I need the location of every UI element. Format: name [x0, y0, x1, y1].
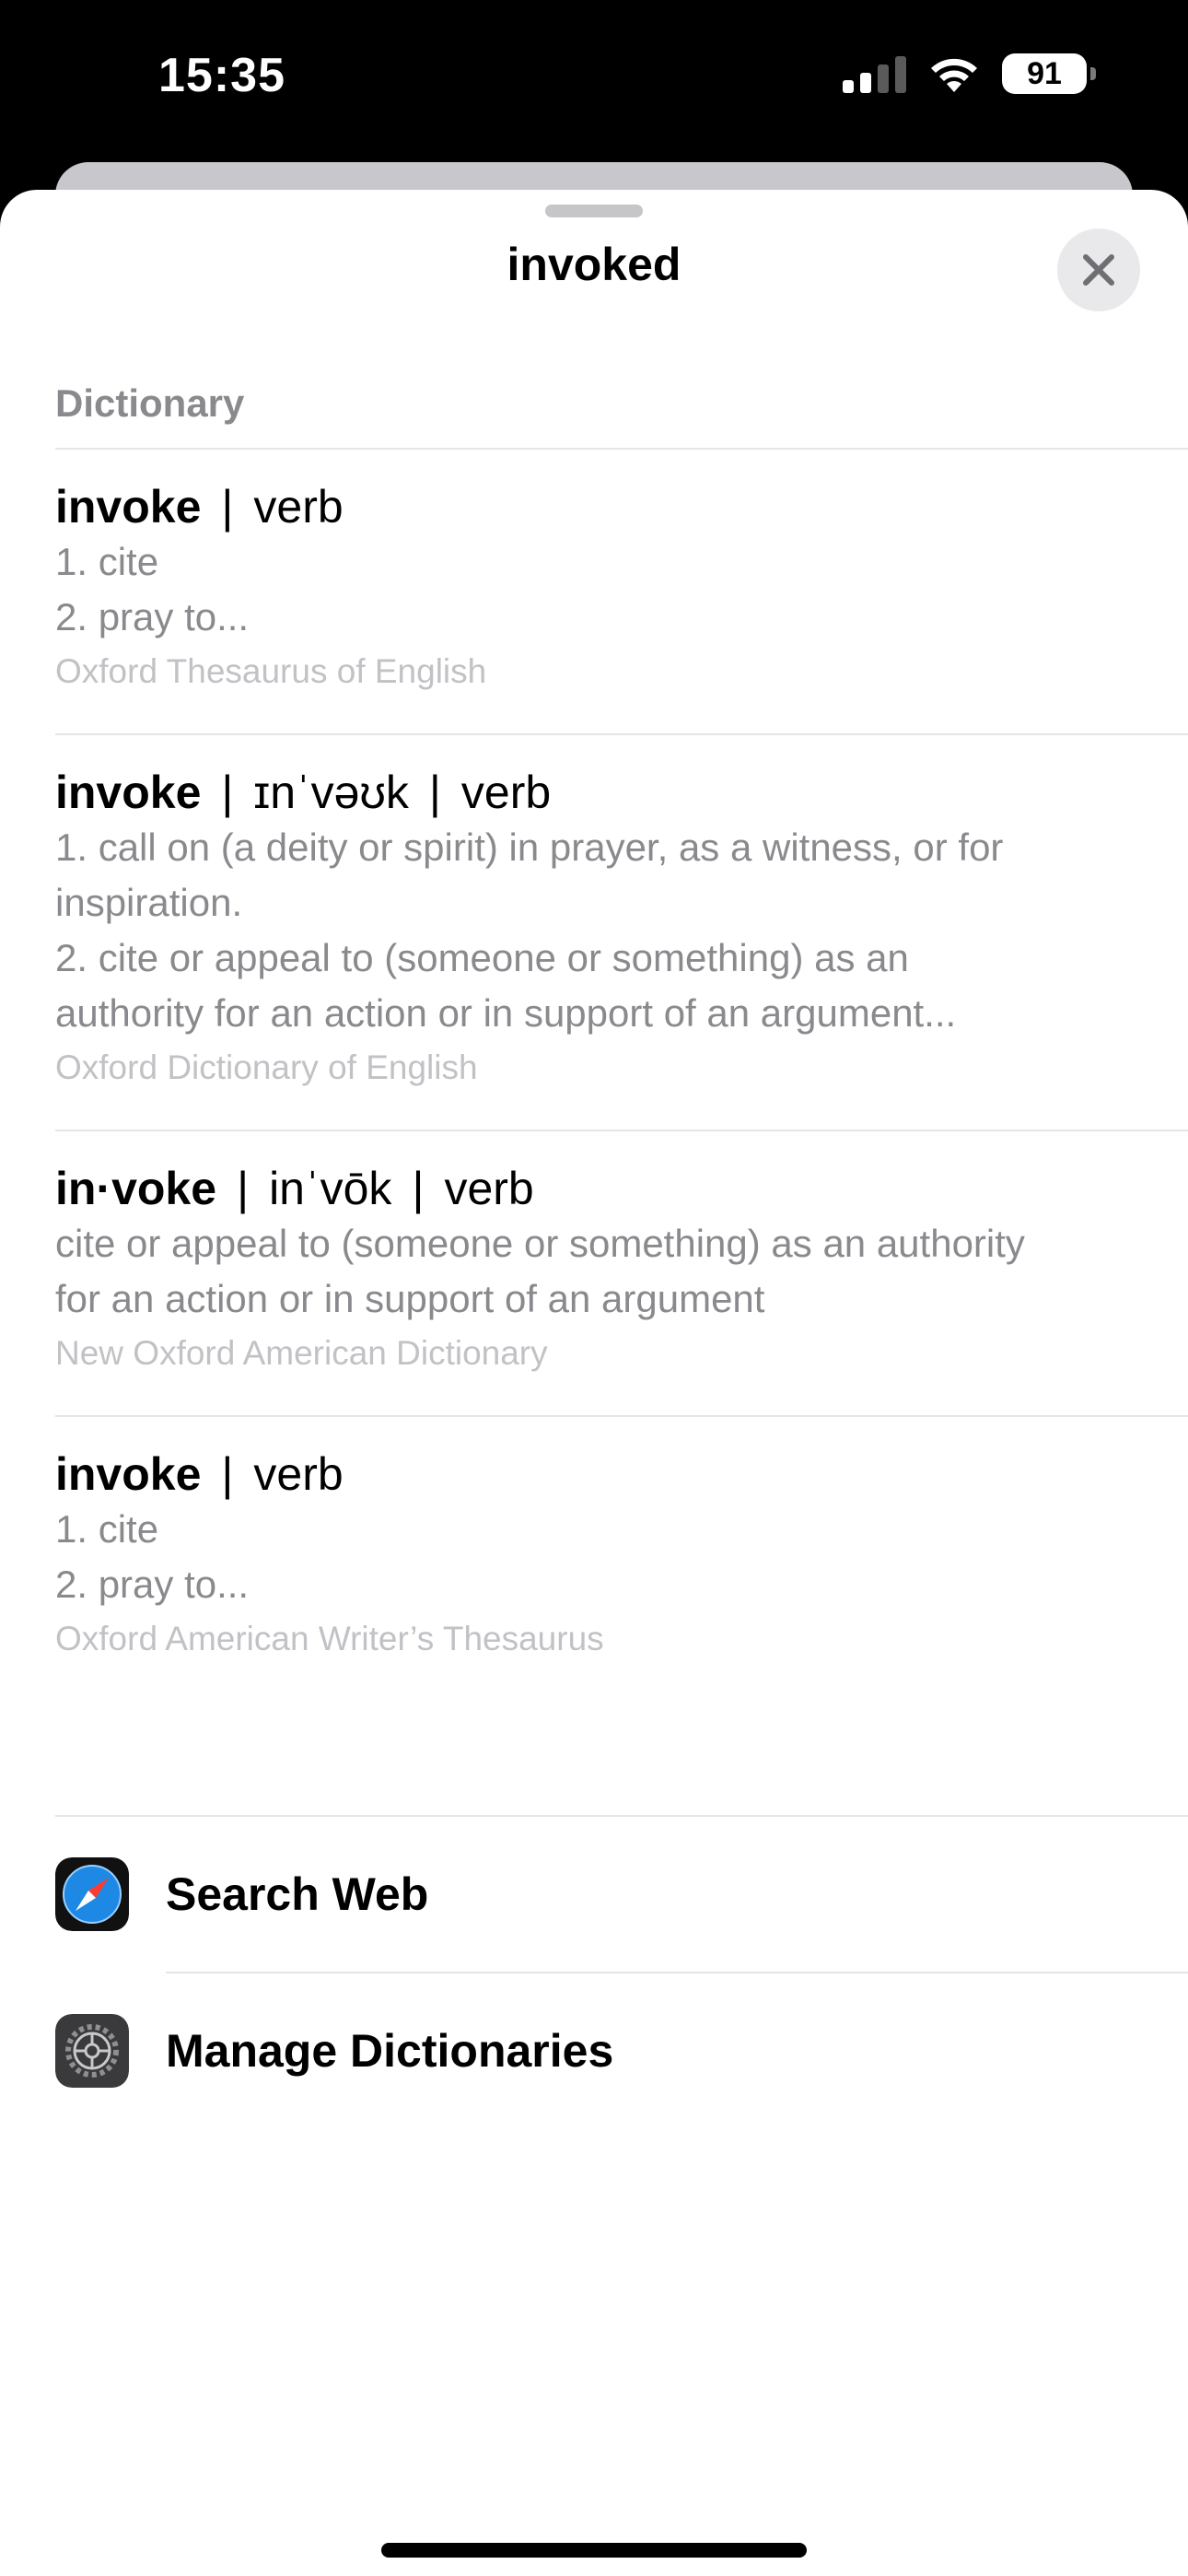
entry-pronunciation: ɪnˈvəʊk — [253, 767, 409, 818]
entry-definition-line: 1. call on (a deity or spirit) in prayer… — [55, 825, 1004, 869]
divider — [55, 733, 1188, 735]
divider — [55, 1415, 1188, 1417]
sheet-grabber[interactable] — [545, 205, 643, 217]
status-time: 15:35 — [158, 49, 285, 102]
search-web-button[interactable]: Search Web — [55, 1817, 1188, 1972]
entry-part-of-speech: verb — [460, 767, 552, 818]
battery-icon: 91 — [1002, 53, 1096, 94]
sheet-title: invoked — [507, 239, 681, 290]
status-bar: 15:35 91 — [0, 0, 1188, 166]
entry-headword: invoke — [55, 481, 202, 533]
entry-headword: invoke — [55, 1448, 202, 1500]
compass-icon — [55, 1857, 129, 1931]
dictionary-entry[interactable]: invoke | verb 1. cite 2. pray to... Oxford… — [55, 479, 1133, 698]
entry-pronunciation: inˈvōk — [269, 1163, 392, 1214]
dictionary-section-title: Dictionary — [55, 381, 245, 425]
entry-definition-line: 1. cite — [55, 540, 159, 583]
divider — [55, 448, 1188, 450]
entry-definition-line: 2. pray to... — [55, 1563, 250, 1606]
dictionary-entry[interactable]: invoke | verb 1. cite 2. pray to... Oxford… — [55, 1446, 1133, 1666]
entry-definition-line: cite or appeal to (someone or something)… — [55, 1222, 1025, 1265]
dictionary-entry[interactable]: invoke | ɪnˈvəʊk | verb 1. call on (a deity … — [55, 765, 1133, 1095]
entry-definition-line: 2. pray to... — [55, 595, 250, 638]
entry-definition-line: 2. cite or appeal to (someone or somethi… — [55, 936, 909, 979]
entry-definition-line: 1. cite — [55, 1507, 159, 1551]
close-button[interactable] — [1057, 228, 1140, 311]
entry-part-of-speech: verb — [253, 481, 344, 533]
close-icon — [1083, 254, 1114, 286]
dictionary-entry[interactable]: in·voke | inˈvōk | verb cite or appeal to (s… — [55, 1161, 1133, 1380]
entry-definition-line: for an action or in support of an argume… — [55, 1277, 765, 1320]
divider — [55, 1130, 1188, 1131]
entry-headword: in·voke — [55, 1163, 217, 1214]
entry-part-of-speech: verb — [444, 1163, 534, 1214]
entry-definition-line: inspiration. — [55, 881, 243, 924]
entry-source: Oxford Dictionary of English — [55, 1048, 478, 1086]
entry-source: New Oxford American Dictionary — [55, 1334, 548, 1372]
wifi-icon — [931, 58, 977, 92]
entry-heading: invoke | verb — [55, 1448, 344, 1500]
entry-heading: invoke | verb — [55, 481, 344, 533]
entry-headword: invoke — [55, 767, 202, 818]
entry-part-of-speech: verb — [253, 1448, 344, 1500]
manage-dictionaries-button[interactable]: Manage Dictionaries — [55, 1973, 1188, 2128]
gear-icon — [55, 2014, 129, 2088]
status-icons: 91 — [843, 53, 1096, 94]
manage-dictionaries-label: Manage Dictionaries — [166, 2025, 614, 2077]
entry-heading: in·voke | inˈvōk | verb — [55, 1163, 534, 1214]
entry-definition-line: authority for an action or in support of… — [55, 991, 957, 1035]
lookup-sheet: invoked Dictionary invoke | verb 1. cite 2… — [0, 190, 1188, 2576]
home-indicator[interactable] — [381, 2543, 807, 2558]
entry-source: Oxford American Writer’s Thesaurus — [55, 1620, 604, 1657]
cellular-signal-icon — [843, 54, 906, 93]
entry-heading: invoke | ɪnˈvəʊk | verb — [55, 767, 552, 818]
entry-source: Oxford Thesaurus of English — [55, 652, 487, 690]
search-web-label: Search Web — [166, 1868, 429, 1920]
